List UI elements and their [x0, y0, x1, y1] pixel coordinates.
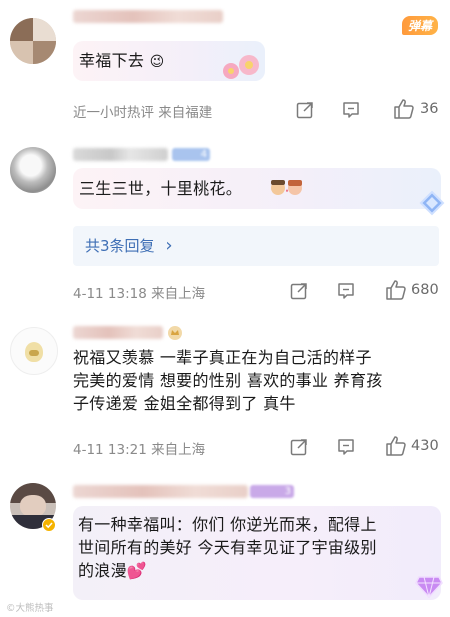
username[interactable] [73, 10, 223, 23]
watermark: ©大熊热事 [6, 603, 54, 614]
comment-text: 三生三世，十里桃花。 [79, 179, 243, 198]
share-icon[interactable] [289, 281, 309, 301]
comment-icon[interactable] [336, 437, 356, 457]
replies-link[interactable]: 共3条回复 › [73, 226, 439, 266]
comment-meta: 4-11 13:21 来自上海 [73, 442, 206, 458]
comment-item: 弹幕 幸福下去 😉 近一小时热评 来自福建 36 [0, 0, 450, 130]
comment-text-line: 世间所有的美好 今天有幸见证了宇宙级别 [78, 538, 377, 557]
user-level-badge: 4 [172, 148, 210, 161]
avatar[interactable] [10, 327, 58, 375]
diamond-icon [415, 576, 443, 599]
crown-badge-icon [168, 326, 182, 340]
comment-icon[interactable] [336, 281, 356, 301]
share-icon[interactable] [289, 437, 309, 457]
comment-bubble: 三生三世，十里桃花。 [73, 168, 441, 209]
avatar[interactable] [10, 18, 56, 64]
comment-bubble: 有一种幸福叫：你们 你逆光而来，配得上 世间所有的美好 今天有幸见证了宇宙级别 … [73, 506, 441, 600]
diamond-icon [419, 190, 445, 216]
user-level-badge: 3 [250, 485, 294, 498]
chevron-right-icon: › [165, 235, 173, 256]
share-icon[interactable] [295, 100, 315, 120]
thumbs-up-icon[interactable] [385, 435, 407, 457]
thumbs-up-icon[interactable] [393, 98, 415, 120]
comment-meta: 近一小时热评 来自福建 [73, 105, 213, 121]
like-count: 680 [411, 282, 439, 298]
emoji: 😉 [149, 54, 165, 70]
comment-text-line: 的浪漫💕 [78, 561, 148, 580]
comment-text-line: 有一种幸福叫：你们 你逆光而来，配得上 [78, 515, 377, 534]
danmu-tag: 弹幕 [402, 16, 439, 35]
comment-text: 幸福下去 [79, 51, 145, 70]
username[interactable] [73, 326, 163, 339]
like-count: 36 [420, 101, 439, 117]
comment-meta: 4-11 13:18 来自上海 [73, 286, 206, 302]
username[interactable] [73, 148, 168, 161]
couple-emoji-icon [271, 180, 302, 195]
username[interactable] [73, 485, 248, 498]
flower-decoration-icon [223, 55, 259, 79]
thumbs-up-icon[interactable] [385, 279, 407, 301]
comment-bubble: 幸福下去 😉 [73, 41, 265, 81]
comment-icon[interactable] [341, 100, 361, 120]
avatar[interactable] [10, 147, 56, 193]
verified-badge-icon [42, 518, 56, 532]
like-count: 430 [411, 438, 439, 454]
comment-text: 祝福又羡慕 一辈子真正在为自己活的样子 完美的爱情 想要的性别 喜欢的事业 养育… [73, 348, 383, 413]
